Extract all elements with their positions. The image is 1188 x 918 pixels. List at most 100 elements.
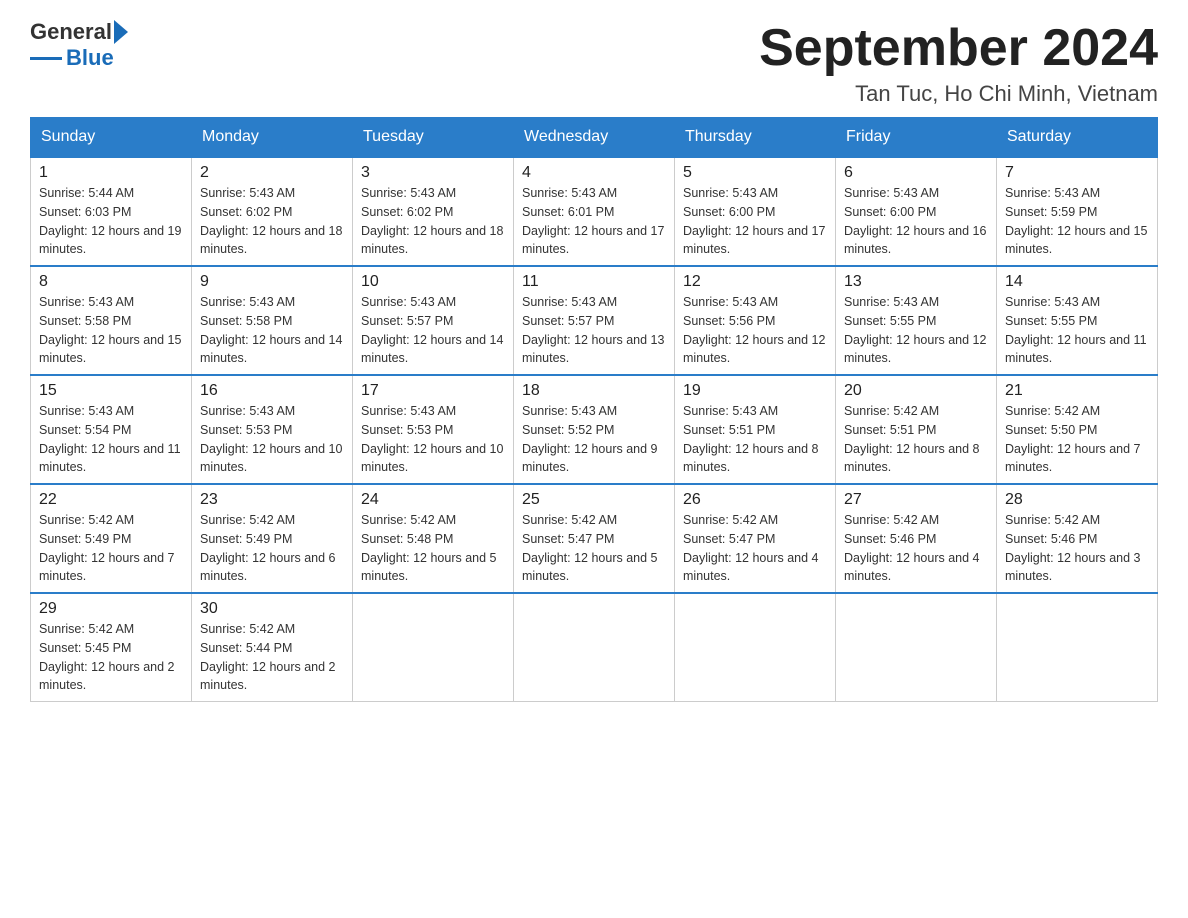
logo-blue-text: Blue: [66, 46, 114, 70]
table-row: 21 Sunrise: 5:42 AMSunset: 5:50 PMDaylig…: [997, 375, 1158, 484]
day-info: Sunrise: 5:43 AMSunset: 6:02 PMDaylight:…: [200, 184, 344, 259]
day-info: Sunrise: 5:42 AMSunset: 5:50 PMDaylight:…: [1005, 402, 1149, 477]
day-number: 9: [200, 273, 344, 291]
table-row: 30 Sunrise: 5:42 AMSunset: 5:44 PMDaylig…: [192, 593, 353, 702]
calendar-table: Sunday Monday Tuesday Wednesday Thursday…: [30, 117, 1158, 702]
col-wednesday: Wednesday: [514, 118, 675, 158]
table-row: 10 Sunrise: 5:43 AMSunset: 5:57 PMDaylig…: [353, 266, 514, 375]
table-row: 6 Sunrise: 5:43 AMSunset: 6:00 PMDayligh…: [836, 157, 997, 266]
day-info: Sunrise: 5:43 AMSunset: 5:53 PMDaylight:…: [361, 402, 505, 477]
calendar-week-1: 1 Sunrise: 5:44 AMSunset: 6:03 PMDayligh…: [31, 157, 1158, 266]
day-number: 17: [361, 382, 505, 400]
day-info: Sunrise: 5:43 AMSunset: 5:55 PMDaylight:…: [844, 293, 988, 368]
day-info: Sunrise: 5:42 AMSunset: 5:48 PMDaylight:…: [361, 511, 505, 586]
table-row: 11 Sunrise: 5:43 AMSunset: 5:57 PMDaylig…: [514, 266, 675, 375]
day-number: 8: [39, 273, 183, 291]
table-row: 22 Sunrise: 5:42 AMSunset: 5:49 PMDaylig…: [31, 484, 192, 593]
main-title: September 2024: [759, 20, 1158, 77]
day-info: Sunrise: 5:42 AMSunset: 5:46 PMDaylight:…: [1005, 511, 1149, 586]
table-row: [353, 593, 514, 702]
day-info: Sunrise: 5:43 AMSunset: 6:02 PMDaylight:…: [361, 184, 505, 259]
title-section: September 2024 Tan Tuc, Ho Chi Minh, Vie…: [759, 20, 1158, 107]
table-row: [514, 593, 675, 702]
day-number: 27: [844, 491, 988, 509]
col-thursday: Thursday: [675, 118, 836, 158]
day-number: 10: [361, 273, 505, 291]
table-row: 23 Sunrise: 5:42 AMSunset: 5:49 PMDaylig…: [192, 484, 353, 593]
day-number: 7: [1005, 164, 1149, 182]
day-number: 19: [683, 382, 827, 400]
table-row: 15 Sunrise: 5:43 AMSunset: 5:54 PMDaylig…: [31, 375, 192, 484]
day-info: Sunrise: 5:42 AMSunset: 5:49 PMDaylight:…: [200, 511, 344, 586]
day-number: 5: [683, 164, 827, 182]
day-number: 11: [522, 273, 666, 291]
table-row: 17 Sunrise: 5:43 AMSunset: 5:53 PMDaylig…: [353, 375, 514, 484]
day-info: Sunrise: 5:44 AMSunset: 6:03 PMDaylight:…: [39, 184, 183, 259]
day-number: 15: [39, 382, 183, 400]
calendar-week-5: 29 Sunrise: 5:42 AMSunset: 5:45 PMDaylig…: [31, 593, 1158, 702]
day-info: Sunrise: 5:43 AMSunset: 6:01 PMDaylight:…: [522, 184, 666, 259]
day-info: Sunrise: 5:42 AMSunset: 5:46 PMDaylight:…: [844, 511, 988, 586]
day-info: Sunrise: 5:42 AMSunset: 5:47 PMDaylight:…: [683, 511, 827, 586]
table-row: [997, 593, 1158, 702]
day-number: 14: [1005, 273, 1149, 291]
day-number: 29: [39, 600, 183, 618]
day-number: 1: [39, 164, 183, 182]
day-number: 26: [683, 491, 827, 509]
table-row: 5 Sunrise: 5:43 AMSunset: 6:00 PMDayligh…: [675, 157, 836, 266]
table-row: 4 Sunrise: 5:43 AMSunset: 6:01 PMDayligh…: [514, 157, 675, 266]
col-saturday: Saturday: [997, 118, 1158, 158]
col-tuesday: Tuesday: [353, 118, 514, 158]
col-friday: Friday: [836, 118, 997, 158]
day-number: 6: [844, 164, 988, 182]
table-row: 9 Sunrise: 5:43 AMSunset: 5:58 PMDayligh…: [192, 266, 353, 375]
table-row: 14 Sunrise: 5:43 AMSunset: 5:55 PMDaylig…: [997, 266, 1158, 375]
table-row: 1 Sunrise: 5:44 AMSunset: 6:03 PMDayligh…: [31, 157, 192, 266]
logo-triangle-icon: [114, 20, 128, 44]
page-header: General Blue September 2024 Tan Tuc, Ho …: [30, 20, 1158, 107]
calendar-week-4: 22 Sunrise: 5:42 AMSunset: 5:49 PMDaylig…: [31, 484, 1158, 593]
day-number: 18: [522, 382, 666, 400]
col-monday: Monday: [192, 118, 353, 158]
table-row: 12 Sunrise: 5:43 AMSunset: 5:56 PMDaylig…: [675, 266, 836, 375]
table-row: 29 Sunrise: 5:42 AMSunset: 5:45 PMDaylig…: [31, 593, 192, 702]
day-info: Sunrise: 5:42 AMSunset: 5:51 PMDaylight:…: [844, 402, 988, 477]
table-row: 7 Sunrise: 5:43 AMSunset: 5:59 PMDayligh…: [997, 157, 1158, 266]
day-number: 20: [844, 382, 988, 400]
table-row: [675, 593, 836, 702]
day-number: 16: [200, 382, 344, 400]
day-number: 21: [1005, 382, 1149, 400]
day-number: 4: [522, 164, 666, 182]
day-info: Sunrise: 5:43 AMSunset: 5:54 PMDaylight:…: [39, 402, 183, 477]
day-info: Sunrise: 5:42 AMSunset: 5:47 PMDaylight:…: [522, 511, 666, 586]
table-row: 8 Sunrise: 5:43 AMSunset: 5:58 PMDayligh…: [31, 266, 192, 375]
day-info: Sunrise: 5:43 AMSunset: 5:58 PMDaylight:…: [200, 293, 344, 368]
table-row: 2 Sunrise: 5:43 AMSunset: 6:02 PMDayligh…: [192, 157, 353, 266]
day-info: Sunrise: 5:43 AMSunset: 5:55 PMDaylight:…: [1005, 293, 1149, 368]
day-info: Sunrise: 5:43 AMSunset: 5:57 PMDaylight:…: [361, 293, 505, 368]
logo-general-text: General: [30, 20, 112, 44]
day-number: 24: [361, 491, 505, 509]
day-info: Sunrise: 5:42 AMSunset: 5:44 PMDaylight:…: [200, 620, 344, 695]
table-row: 27 Sunrise: 5:42 AMSunset: 5:46 PMDaylig…: [836, 484, 997, 593]
day-info: Sunrise: 5:43 AMSunset: 5:52 PMDaylight:…: [522, 402, 666, 477]
logo: General Blue: [30, 20, 128, 70]
day-info: Sunrise: 5:43 AMSunset: 5:53 PMDaylight:…: [200, 402, 344, 477]
table-row: 20 Sunrise: 5:42 AMSunset: 5:51 PMDaylig…: [836, 375, 997, 484]
table-row: 16 Sunrise: 5:43 AMSunset: 5:53 PMDaylig…: [192, 375, 353, 484]
day-info: Sunrise: 5:43 AMSunset: 5:51 PMDaylight:…: [683, 402, 827, 477]
subtitle: Tan Tuc, Ho Chi Minh, Vietnam: [759, 81, 1158, 107]
day-info: Sunrise: 5:43 AMSunset: 5:59 PMDaylight:…: [1005, 184, 1149, 259]
day-number: 3: [361, 164, 505, 182]
day-info: Sunrise: 5:43 AMSunset: 5:56 PMDaylight:…: [683, 293, 827, 368]
day-number: 13: [844, 273, 988, 291]
table-row: 18 Sunrise: 5:43 AMSunset: 5:52 PMDaylig…: [514, 375, 675, 484]
day-info: Sunrise: 5:43 AMSunset: 6:00 PMDaylight:…: [683, 184, 827, 259]
day-info: Sunrise: 5:43 AMSunset: 6:00 PMDaylight:…: [844, 184, 988, 259]
day-info: Sunrise: 5:42 AMSunset: 5:45 PMDaylight:…: [39, 620, 183, 695]
calendar-week-2: 8 Sunrise: 5:43 AMSunset: 5:58 PMDayligh…: [31, 266, 1158, 375]
table-row: 19 Sunrise: 5:43 AMSunset: 5:51 PMDaylig…: [675, 375, 836, 484]
table-row: 3 Sunrise: 5:43 AMSunset: 6:02 PMDayligh…: [353, 157, 514, 266]
day-number: 12: [683, 273, 827, 291]
calendar-week-3: 15 Sunrise: 5:43 AMSunset: 5:54 PMDaylig…: [31, 375, 1158, 484]
